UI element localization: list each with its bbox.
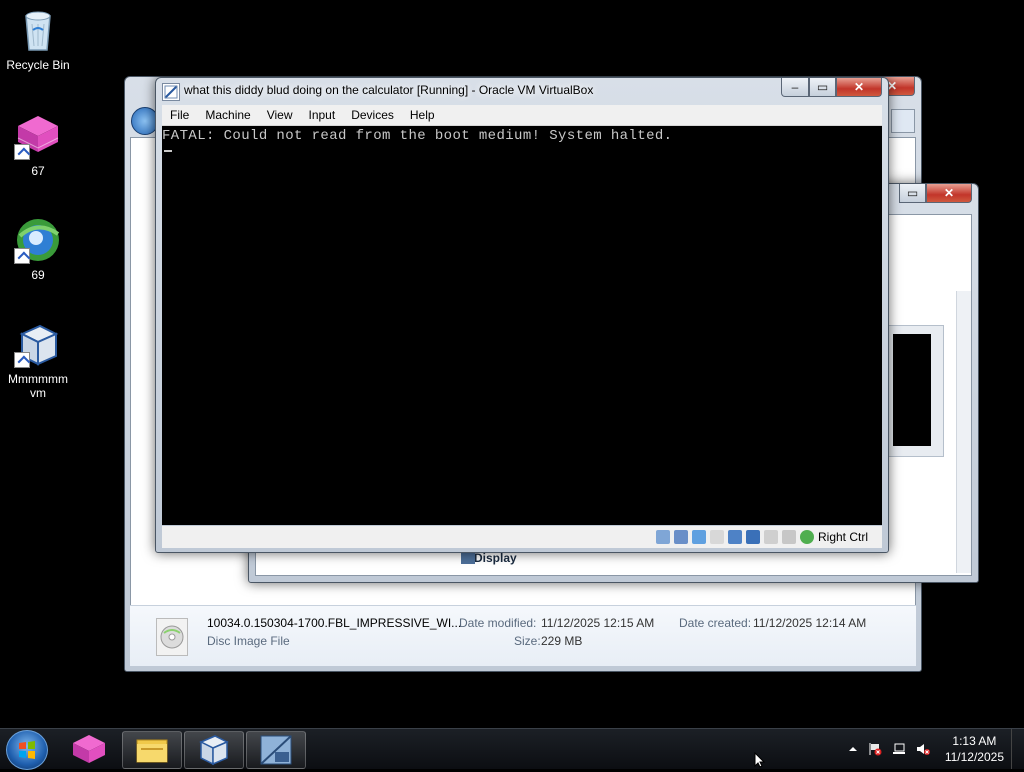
date-modified-label: Date modified: xyxy=(459,616,537,630)
vm-status-bar: Right Ctrl xyxy=(162,526,882,548)
display-icon[interactable] xyxy=(763,530,778,544)
volume-muted-icon[interactable] xyxy=(916,742,930,756)
shortcut-arrow-icon xyxy=(14,248,30,264)
date-created-label: Date created: xyxy=(679,616,752,630)
vm-minimize-button[interactable]: – xyxy=(781,78,809,97)
pink-cube-app-icon xyxy=(14,112,62,160)
show-hidden-icons-chevron-icon[interactable] xyxy=(846,742,860,756)
taskbar-app-67[interactable] xyxy=(60,731,118,767)
desktop-icon-label: Mmmmmm vm xyxy=(8,372,68,400)
vm-window-icon xyxy=(162,83,180,101)
taskbar-vm-session[interactable] xyxy=(246,731,306,769)
date-modified-value: 11/12/2025 12:15 AM xyxy=(541,616,655,630)
menu-devices[interactable]: Devices xyxy=(343,108,402,122)
file-type: Disc Image File xyxy=(207,634,290,648)
size-label: Size: xyxy=(514,634,541,648)
network-icon[interactable] xyxy=(709,530,724,544)
menu-machine[interactable]: Machine xyxy=(197,108,258,122)
desktop-icon-67[interactable]: 67 xyxy=(0,112,76,178)
scrollbar[interactable] xyxy=(956,291,971,573)
text-cursor xyxy=(164,150,172,152)
usb-icon[interactable] xyxy=(727,530,742,544)
dialog-caption-buttons: ▭ ✕ xyxy=(899,184,972,203)
clock-date: 11/12/2025 xyxy=(944,750,1004,764)
taskbar-file-explorer[interactable] xyxy=(122,731,182,769)
start-button[interactable] xyxy=(6,730,48,770)
dialog-close-button[interactable]: ✕ xyxy=(926,184,972,203)
desktop-icon-recycle-bin[interactable]: Recycle Bin xyxy=(0,6,76,72)
desktop-icon-label: Recycle Bin xyxy=(6,58,70,72)
vm-window-title: what this diddy blud doing on the calcul… xyxy=(184,83,594,97)
dialog-maximize-button[interactable]: ▭ xyxy=(899,184,926,203)
menu-view[interactable]: View xyxy=(259,108,301,122)
browser-globe-icon xyxy=(14,216,62,264)
virtualbox-vm-window[interactable]: what this diddy blud doing on the calcul… xyxy=(155,77,889,553)
taskbar-clock[interactable]: 1:13 AM 11/12/2025 xyxy=(945,733,1004,765)
menu-input[interactable]: Input xyxy=(301,108,344,122)
recording-icon[interactable] xyxy=(781,530,796,544)
audio-icon[interactable] xyxy=(691,530,706,544)
desktop-icon-label: 67 xyxy=(31,164,45,178)
host-key-label[interactable]: Right Ctrl xyxy=(818,530,868,544)
hard-disk-icon[interactable] xyxy=(655,530,670,544)
virtualbox-cube-icon xyxy=(14,320,62,368)
display-icon xyxy=(461,552,475,564)
size-value: 229 MB xyxy=(541,634,583,648)
mouse-cursor-icon xyxy=(754,751,766,771)
mouse-integration-icon[interactable] xyxy=(799,530,814,544)
menu-help[interactable]: Help xyxy=(402,108,443,122)
shortcut-arrow-icon xyxy=(14,144,30,160)
desktop-icon-vm[interactable]: Mmmmmm vm xyxy=(0,320,76,400)
vm-caption-buttons: – ▭ ✕ xyxy=(781,78,882,97)
display-category[interactable]: Display xyxy=(474,551,517,565)
date-created-value: 11/12/2025 12:14 AM xyxy=(753,616,867,630)
file-name: 10034.0.150304-1700.FBL_IMPRESSIVE_WI... xyxy=(207,616,462,630)
boot-error-message: FATAL: Could not read from the boot medi… xyxy=(162,128,673,144)
optical-drive-icon[interactable] xyxy=(673,530,688,544)
disc-image-file-icon xyxy=(156,618,188,656)
recycle-bin-icon xyxy=(14,6,62,54)
show-desktop-button[interactable] xyxy=(1011,729,1024,769)
search-icon[interactable] xyxy=(891,109,915,133)
desktop-icon-label: 69 xyxy=(31,268,45,282)
vm-close-button[interactable]: ✕ xyxy=(836,78,882,97)
desktop-icon-69[interactable]: 69 xyxy=(0,216,76,282)
action-center-flag-icon[interactable] xyxy=(868,742,882,756)
shared-folders-icon[interactable] xyxy=(745,530,760,544)
taskbar: 1:13 AM 11/12/2025 xyxy=(0,728,1024,770)
network-tray-icon[interactable] xyxy=(892,742,906,756)
display-preview xyxy=(886,325,944,457)
details-pane: 10034.0.150304-1700.FBL_IMPRESSIVE_WI...… xyxy=(130,605,916,666)
menu-file[interactable]: File xyxy=(162,108,197,122)
vm-menu-bar: File Machine View Input Devices Help xyxy=(162,105,882,126)
vm-maximize-button[interactable]: ▭ xyxy=(809,78,836,97)
vm-display-screen[interactable]: FATAL: Could not read from the boot medi… xyxy=(162,126,882,525)
taskbar-virtualbox[interactable] xyxy=(184,731,244,769)
shortcut-arrow-icon xyxy=(14,352,30,368)
clock-time: 1:13 AM xyxy=(952,734,997,748)
